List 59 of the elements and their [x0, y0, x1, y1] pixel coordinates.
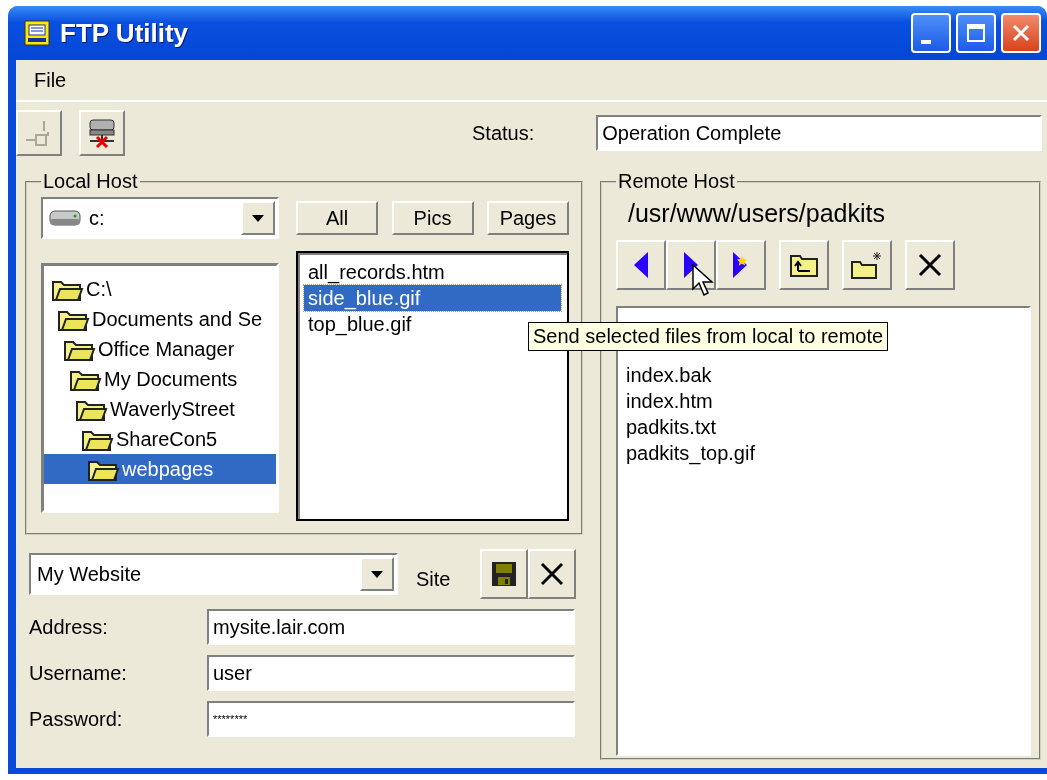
maximize-button[interactable]: [956, 13, 996, 53]
status-field[interactable]: Operation Complete: [596, 115, 1043, 151]
filter-button[interactable]: Pages: [487, 201, 569, 235]
window-title: FTP Utility: [60, 17, 189, 49]
disconnect-button[interactable]: [79, 110, 125, 156]
minimize-icon: [921, 40, 931, 44]
maximize-icon: [966, 23, 986, 43]
filename-entry[interactable]: index.htm: [622, 388, 1025, 414]
app-icon: [24, 20, 50, 46]
field-label: Address:: [29, 615, 109, 639]
close-button[interactable]: [1001, 13, 1041, 53]
right-star-button[interactable]: [716, 240, 766, 290]
site-label: Site: [416, 567, 452, 591]
minimize-button[interactable]: [911, 13, 951, 53]
menu-item[interactable]: File: [26, 66, 75, 94]
input-field[interactable]: user: [207, 655, 575, 691]
group-title: Remote Host: [617, 170, 736, 193]
filter-button[interactable]: All: [296, 201, 378, 235]
filter-button[interactable]: Pics: [391, 201, 474, 235]
new-folder-button[interactable]: [842, 240, 892, 290]
caret-icon: [371, 570, 383, 578]
save-button[interactable]: [480, 549, 528, 599]
server-disconnect-icon: [86, 117, 118, 149]
right-arrow-star-icon: [733, 252, 749, 278]
drive-dropdown[interactable]: c:: [41, 197, 279, 239]
site-dropdown[interactable]: My Website: [29, 553, 398, 595]
caret-icon: [252, 214, 264, 222]
folder-item[interactable]: My Documents: [102, 367, 240, 391]
mouse-pointer-icon: [692, 264, 714, 298]
drive-icon: [49, 209, 81, 227]
input-field[interactable]: mysite.lair.com: [207, 609, 575, 645]
folder-item[interactable]: Office Manager: [96, 337, 237, 361]
filename-entry[interactable]: side_blue.gif: [304, 285, 561, 311]
folder-up-button[interactable]: [779, 240, 829, 290]
folder-up-icon: [789, 252, 819, 278]
filename-entry[interactable]: all_records.htm: [304, 259, 561, 285]
remote-path: /usr/www/users/padkits: [627, 198, 887, 228]
password-field[interactable]: ********: [207, 701, 575, 737]
filename-entry[interactable]: index.bak: [622, 362, 1025, 388]
tooltip: Send selected files from local to remote: [528, 322, 889, 351]
field-label: Password:: [29, 707, 124, 731]
folder-item[interactable]: ShareCon5: [114, 427, 220, 451]
x-icon: [918, 253, 942, 277]
close-icon: [1011, 23, 1031, 43]
new-folder-icon: [850, 250, 884, 280]
status-label: Status:: [472, 121, 535, 145]
folder-item[interactable]: WaverlyStreet: [108, 397, 237, 421]
group-title: Local Host: [42, 170, 139, 193]
left-arrow-icon: [634, 252, 648, 278]
filename-entry[interactable]: padkits.txt: [622, 414, 1025, 440]
left-button[interactable]: [616, 240, 666, 290]
folder-item[interactable]: Documents and Se: [90, 307, 265, 331]
delete-button[interactable]: [528, 549, 576, 599]
right-arrow-icon: [684, 252, 698, 278]
field-label: Username:: [29, 661, 128, 685]
filename-entry[interactable]: padkits_top.gif: [622, 440, 1025, 466]
folder-item[interactable]: C:\: [84, 277, 114, 301]
delete-button[interactable]: [905, 240, 955, 290]
x-icon: [540, 562, 564, 586]
